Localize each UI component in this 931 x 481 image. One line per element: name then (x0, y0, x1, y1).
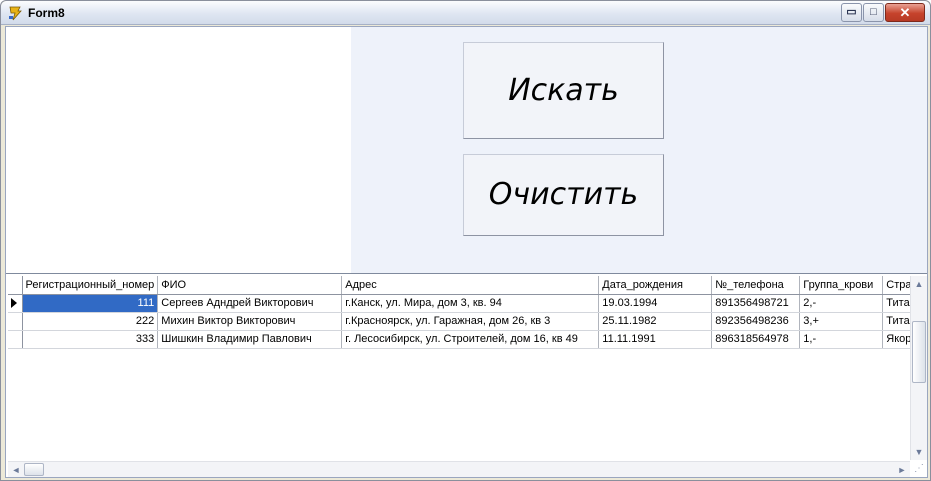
minimize-icon: ▭ (846, 6, 857, 18)
table-cell[interactable]: г.Канск, ул. Мира, дом 3, кв. 94 (341, 294, 600, 313)
clear-button[interactable]: Очистить (463, 154, 664, 236)
table-cell[interactable]: 111 (22, 294, 159, 313)
app-icon (9, 6, 22, 21)
column-header[interactable]: Регистрационный_номер (22, 276, 159, 295)
column-header[interactable]: Адрес (341, 276, 600, 295)
scroll-up-icon[interactable]: ▲ (911, 276, 927, 292)
grid-header-row: Регистрационный_номер ФИО Адрес Дата_рож… (8, 276, 922, 295)
column-header[interactable]: Дата_рождения (598, 276, 713, 295)
table-cell[interactable]: 896318564978 (711, 330, 801, 349)
scroll-left-icon[interactable]: ◄ (8, 462, 24, 478)
vertical-scrollbar[interactable]: ▲ ▼ (910, 276, 927, 460)
table-row[interactable]: 111 Сергеев Адндрей Викторович г.Канск, … (8, 294, 922, 313)
table-cell[interactable]: г. Лесосибирск, ул. Строителей, дом 16, … (341, 330, 600, 349)
close-button[interactable]: ✕ (885, 3, 925, 22)
table-cell[interactable]: г.Красноярск, ул. Гаражная, дом 26, кв 3 (341, 312, 600, 331)
row-indicator (8, 312, 23, 331)
form-client-area: Искать Очистить Регистрационный_номер ФИ… (5, 26, 928, 478)
search-panel: Искать Очистить (6, 27, 927, 273)
maximize-icon: □ (870, 6, 877, 18)
horizontal-scrollbar[interactable]: ◄ ► (8, 461, 910, 477)
title-bar[interactable]: Form8 ▭ □ ✕ (1, 1, 930, 25)
table-cell[interactable]: 222 (22, 312, 159, 331)
grid-table: Регистрационный_номер ФИО Адрес Дата_рож… (8, 276, 922, 349)
table-row[interactable]: 333 Шишкин Владимир Павлович г. Лесосиби… (8, 330, 922, 349)
window-title: Form8 (28, 6, 65, 20)
maximize-button[interactable]: □ (863, 3, 884, 22)
table-cell[interactable]: 333 (22, 330, 159, 349)
row-indicator (8, 330, 23, 349)
vertical-scroll-thumb[interactable] (912, 321, 926, 383)
horizontal-scroll-thumb[interactable] (24, 463, 44, 476)
table-cell[interactable]: Шишкин Владимир Павлович (157, 330, 343, 349)
scroll-right-icon[interactable]: ► (894, 462, 910, 478)
indicator-header (8, 276, 23, 295)
table-cell[interactable]: 892356498236 (711, 312, 801, 331)
table-cell[interactable]: 1,- (799, 330, 884, 349)
search-criteria-area (6, 27, 351, 273)
data-grid[interactable]: Регистрационный_номер ФИО Адрес Дата_рож… (6, 273, 927, 477)
table-cell[interactable]: Михин Виктор Викторович (157, 312, 343, 331)
column-header[interactable]: ФИО (157, 276, 343, 295)
form8-window: Form8 ▭ □ ✕ Искать Очистить Регистрацион… (0, 0, 931, 481)
table-cell[interactable]: 25.11.1982 (598, 312, 713, 331)
table-cell[interactable]: Сергеев Адндрей Викторович (157, 294, 343, 313)
row-pointer-icon (11, 298, 17, 308)
column-header[interactable]: Группа_крови (799, 276, 884, 295)
scroll-down-icon[interactable]: ▼ (911, 444, 927, 460)
table-cell[interactable]: 11.11.1991 (598, 330, 713, 349)
table-cell[interactable]: 19.03.1994 (598, 294, 713, 313)
table-cell[interactable]: 891356498721 (711, 294, 801, 313)
table-row[interactable]: 222 Михин Виктор Викторович г.Красноярск… (8, 312, 922, 331)
column-header[interactable]: №_телефона (711, 276, 801, 295)
size-grip-icon[interactable]: ⋰ (911, 461, 927, 477)
close-icon: ✕ (899, 5, 911, 20)
search-button[interactable]: Искать (463, 42, 664, 139)
row-indicator (8, 294, 23, 313)
table-cell[interactable]: 3,+ (799, 312, 884, 331)
table-cell[interactable]: 2,- (799, 294, 884, 313)
minimize-button[interactable]: ▭ (841, 3, 862, 22)
